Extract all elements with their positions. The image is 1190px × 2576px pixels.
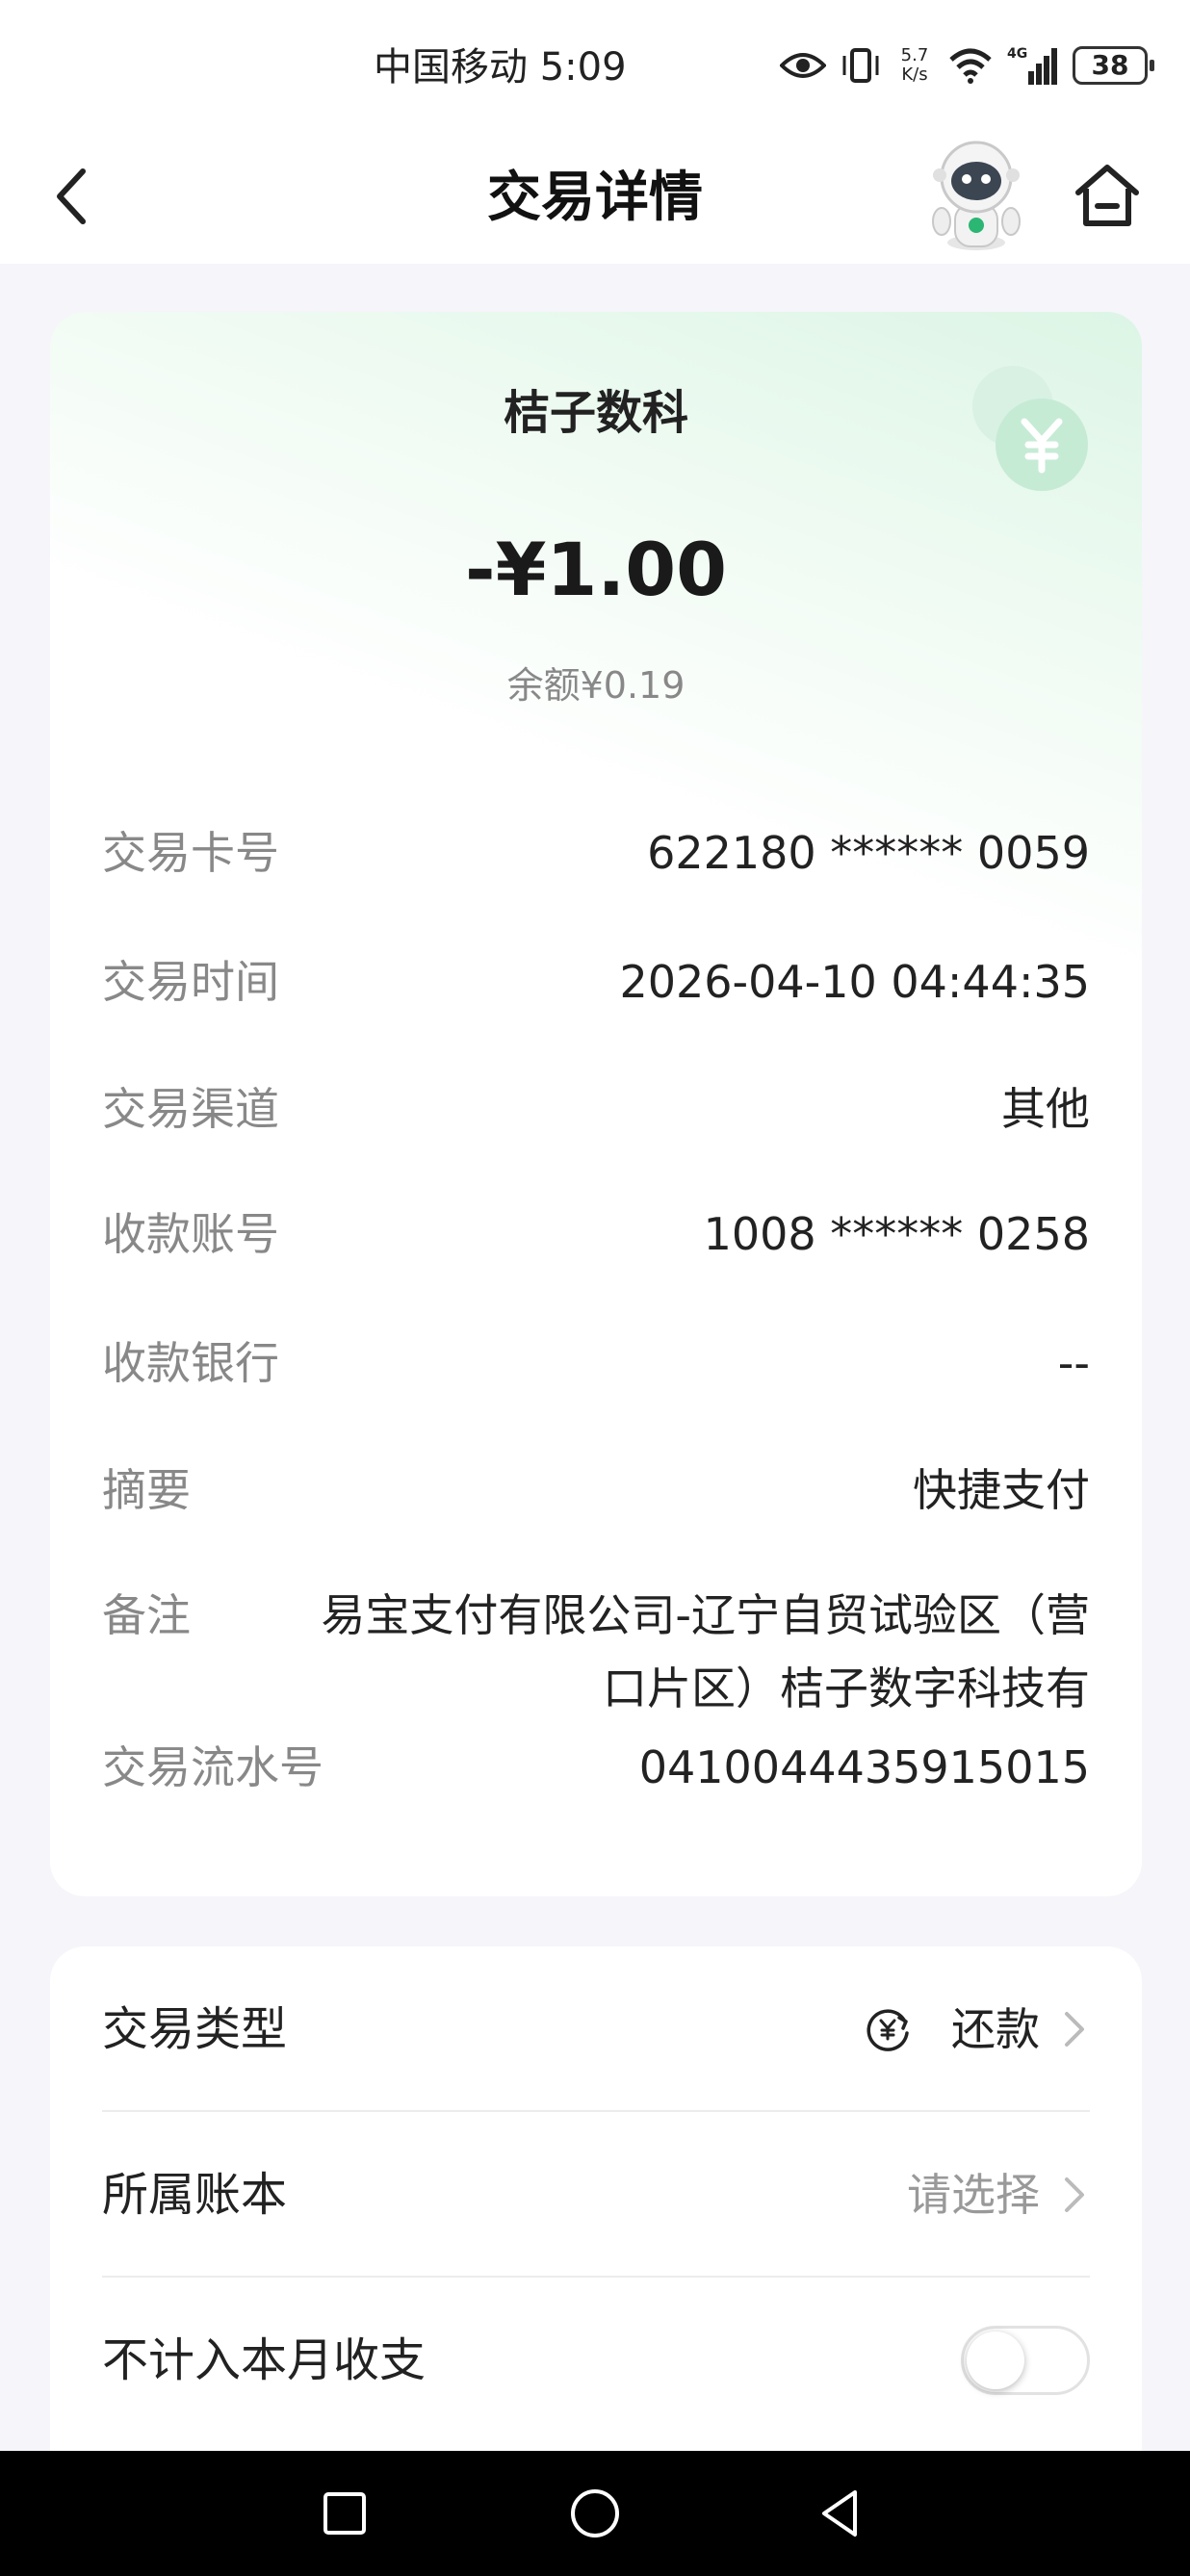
- eye-icon: [780, 53, 826, 78]
- merchant-name: 桔子数科: [503, 386, 688, 440]
- back-triangle-icon[interactable]: [813, 2485, 870, 2542]
- row-value[interactable]: 0410044435915015: [639, 1737, 1090, 1798]
- row-label: 交易流水号: [102, 1741, 323, 1793]
- account-balance: 余额¥0.19: [506, 664, 686, 707]
- account-book-row[interactable]: 所属账本 请选择: [102, 2112, 1090, 2278]
- row-label: 摘要: [102, 1464, 191, 1516]
- row-value: 易宝支付有限公司-辽宁自贸试验区（营口片区）桔子数字科技有: [321, 1589, 1090, 1714]
- row-value[interactable]: 622180 ****** 0059: [647, 822, 1090, 884]
- row-label: 收款账号: [102, 1208, 279, 1260]
- transaction-type-value: 还款: [951, 2003, 1040, 2055]
- status-bar: 中国移动 5:09 5.7 K/s 4G 38: [0, 0, 1190, 131]
- row-label: 备注: [102, 1589, 191, 1641]
- status-icons: 5.7 K/s 4G 38: [780, 37, 1154, 94]
- row-label: 交易渠道: [102, 1083, 279, 1135]
- vibrate-icon: [842, 48, 879, 83]
- home-icon[interactable]: [1071, 160, 1144, 233]
- row-label: 收款银行: [102, 1337, 279, 1389]
- home-circle-icon[interactable]: [566, 2485, 624, 2542]
- network-speed: 5.7 K/s: [900, 45, 929, 85]
- system-nav-bar: [0, 2451, 1190, 2576]
- row-serial-number: 交易流水号 0410044435915015: [102, 1737, 1090, 1798]
- row-payee-account: 收款账号 1008 ****** 0258: [102, 1203, 1090, 1265]
- wifi-icon: [949, 48, 992, 84]
- row-value: 2026-04-10 04:44:35: [619, 956, 1090, 1008]
- row-card-number: 交易卡号 622180 ****** 0059: [102, 822, 1090, 884]
- chevron-right-icon: [1065, 2177, 1084, 2212]
- toggle-knob: [967, 2331, 1024, 2389]
- transaction-type-row[interactable]: 交易类型 还款: [102, 1946, 1090, 2112]
- row-remark: 备注 易宝支付有限公司-辽宁自贸试验区（营口片区）桔子数字科技有: [102, 1579, 1090, 1725]
- row-value: --: [1057, 1337, 1090, 1389]
- nav-bar: 交易详情: [0, 131, 1190, 264]
- row-label: 交易卡号: [102, 827, 279, 879]
- transaction-card: 桔子数科 -¥1.00 余额¥0.19 交易卡号 622180 ****** 0…: [50, 312, 1142, 1896]
- recent-apps-icon[interactable]: [316, 2485, 374, 2542]
- transaction-type-selector[interactable]: 还款: [863, 1995, 1090, 2064]
- svg-text:4G: 4G: [1007, 46, 1027, 62]
- exclude-monthly-toggle[interactable]: [961, 2326, 1090, 2395]
- row-summary: 摘要 快捷支付: [102, 1459, 1090, 1521]
- account-book-label: 所属账本: [102, 2168, 288, 2222]
- account-book-placeholder: 请选择: [907, 2169, 1040, 2221]
- signal-icon: 4G: [1007, 46, 1057, 85]
- astronaut-mascot-icon[interactable]: [922, 137, 1030, 256]
- chevron-right-icon: [1065, 2012, 1084, 2047]
- exclude-monthly-label: 不计入本月收支: [102, 2333, 427, 2387]
- carrier-time: 中国移动 5:09: [374, 45, 627, 90]
- row-value: 其他: [1001, 1083, 1090, 1135]
- battery-indicator: 38: [1073, 46, 1154, 85]
- row-value[interactable]: 1008 ****** 0258: [704, 1203, 1090, 1265]
- repayment-icon: [867, 2009, 909, 2051]
- row-label: 交易时间: [102, 956, 279, 1008]
- account-book-selector[interactable]: 请选择: [907, 2160, 1090, 2229]
- transaction-type-label: 交易类型: [102, 2002, 288, 2056]
- transaction-amount: -¥1.00: [465, 527, 727, 612]
- row-transaction-time: 交易时间 2026-04-10 04:44:35: [102, 951, 1090, 1013]
- exclude-monthly-row: 不计入本月收支: [102, 2278, 1090, 2443]
- row-payee-bank: 收款银行 --: [102, 1332, 1090, 1394]
- row-channel: 交易渠道 其他: [102, 1078, 1090, 1140]
- row-value: 快捷支付: [913, 1464, 1090, 1516]
